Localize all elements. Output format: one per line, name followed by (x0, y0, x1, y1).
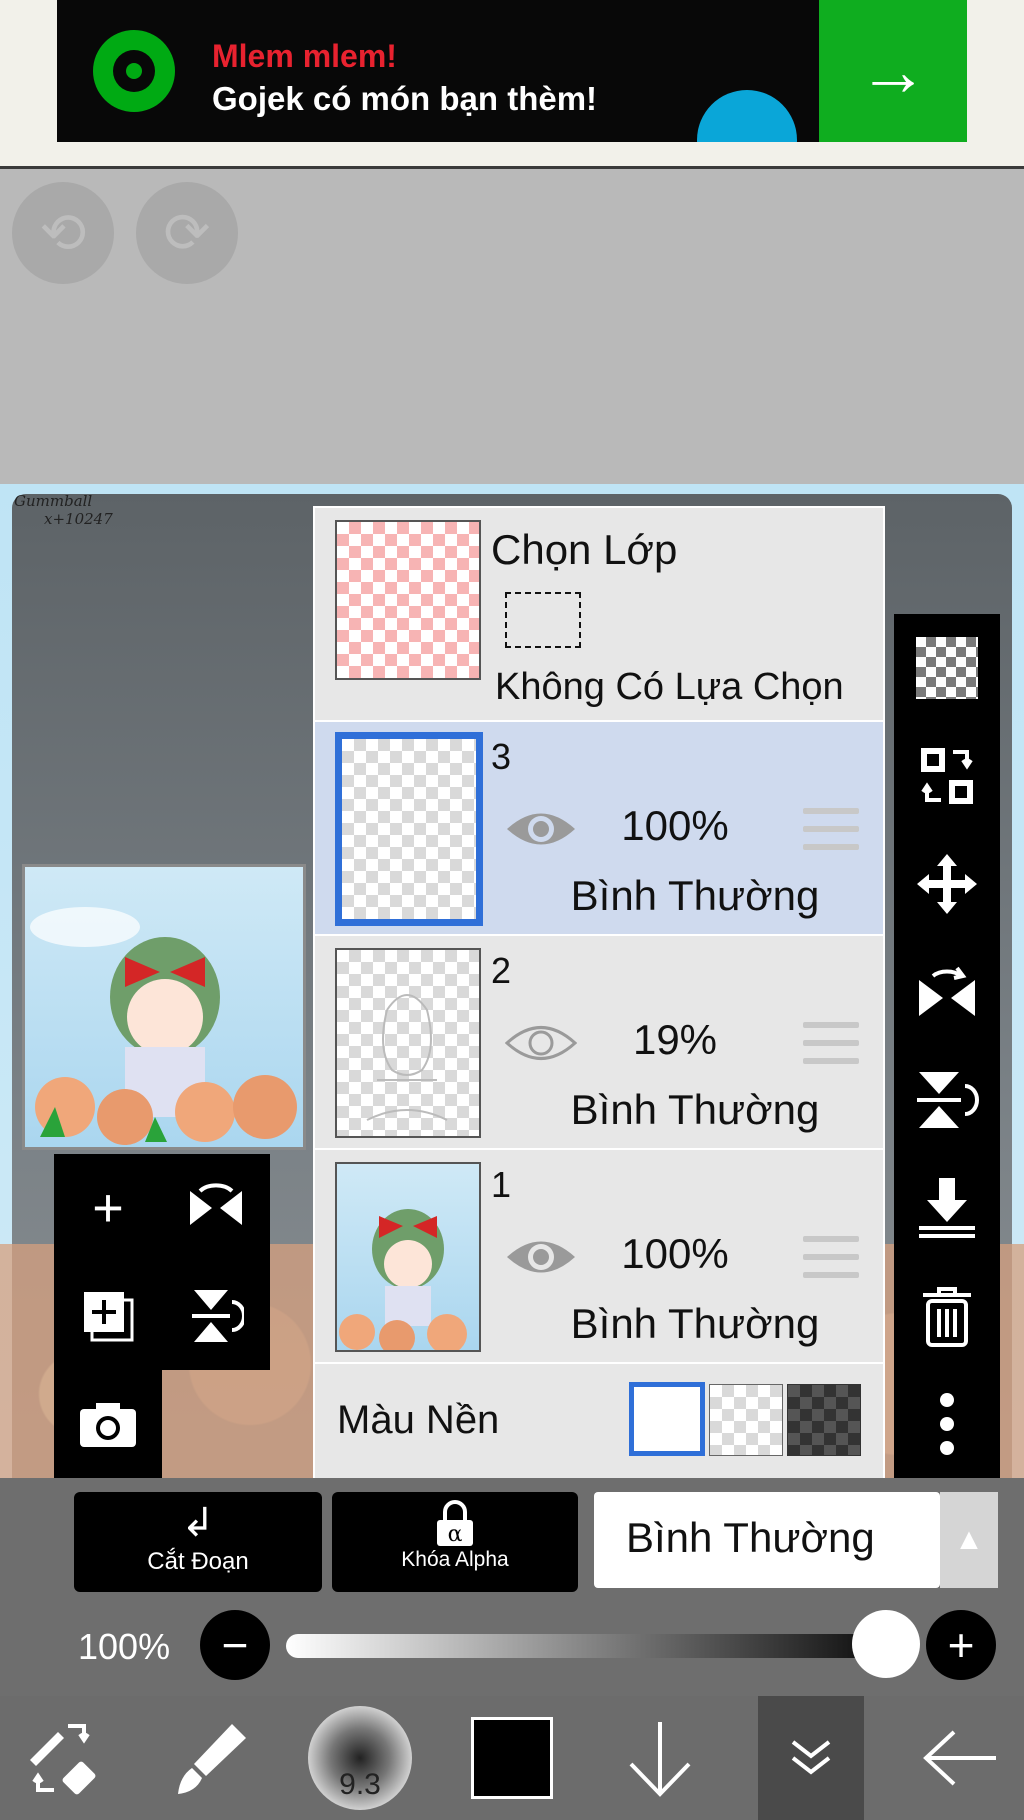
undo-button[interactable]: ⟲ (12, 182, 114, 284)
clipping-label: Cắt Đoạn (147, 1548, 249, 1575)
layer-blend-mode: Bình Thường (570, 872, 820, 919)
selection-layer-title: Chọn Lớp (491, 526, 678, 573)
brush-size-button[interactable]: 9.3 (298, 1696, 422, 1820)
flip-horizontal-icon[interactable] (162, 1154, 270, 1262)
layer-row[interactable]: 2 19% Bình Thường (315, 936, 883, 1150)
background-color-label: Màu Nền (337, 1398, 500, 1442)
layer-thumbnail (335, 948, 481, 1138)
drag-handle-icon[interactable] (803, 1022, 859, 1066)
layer-swap-icon[interactable] (894, 722, 1000, 830)
brush-button[interactable] (152, 1696, 272, 1820)
layer-number: 2 (491, 950, 512, 991)
visibility-eye-icon[interactable] (505, 806, 577, 852)
swap-tool-button[interactable] (2, 1696, 122, 1820)
visibility-eye-icon[interactable] (505, 1234, 577, 1280)
ad-divider (0, 166, 1024, 169)
layer-opacity: 100% (621, 802, 729, 849)
minus-icon: − (221, 1619, 249, 1671)
flip-horizontal-icon[interactable] (894, 938, 1000, 1046)
ad-banner-area: Mlem mlem! Gojek có món bạn thèm! → (0, 0, 1024, 168)
arrow-down-button[interactable] (600, 1696, 720, 1820)
camera-icon (54, 1370, 162, 1478)
transparent-layer-icon[interactable] (894, 614, 1000, 722)
duplicate-layer-icon[interactable] (54, 1262, 162, 1370)
layer-blend-mode: Bình Thường (570, 1300, 820, 1347)
background-white-option[interactable] (629, 1382, 705, 1456)
alpha-lock-button[interactable]: α Khóa Alpha (332, 1492, 578, 1592)
background-dark-option[interactable] (787, 1384, 861, 1456)
layer-thumbnail (335, 1162, 481, 1352)
flip-vertical-icon[interactable] (894, 1046, 1000, 1154)
layer-thumbnail (335, 732, 483, 926)
layer-number: 1 (491, 1164, 512, 1205)
brush-size-icon: 9.3 (308, 1706, 412, 1810)
ad-tagline: Gojek có món bạn thèm! (212, 80, 598, 117)
svg-text:α: α (448, 1522, 463, 1546)
layer-number: 3 (491, 736, 512, 777)
ad-arrow-icon[interactable]: → (819, 0, 967, 142)
flip-vertical-icon[interactable] (162, 1262, 270, 1370)
alpha-lock-label: Khóa Alpha (401, 1548, 509, 1571)
ad-banner[interactable]: Mlem mlem! Gojek có món bạn thèm! → (57, 0, 967, 142)
brush-icon (178, 1724, 246, 1794)
navigator-thumbnail[interactable] (22, 864, 306, 1150)
brush-size-value: 9.3 (339, 1768, 381, 1801)
more-vertical-icon[interactable] (894, 1370, 1000, 1478)
ad-decoration (697, 90, 797, 142)
trash-icon[interactable] (894, 1262, 1000, 1370)
redo-button[interactable]: ⟳ (136, 182, 238, 284)
opacity-slider-knob[interactable] (852, 1610, 920, 1678)
blend-mode-value: Bình Thường (626, 1514, 875, 1561)
artist-signature: Gummball x+10247 (14, 492, 113, 528)
opacity-value: 100% (78, 1626, 171, 1667)
layer-opacity: 19% (632, 1016, 718, 1063)
opacity-increase-button[interactable]: + (926, 1610, 996, 1680)
back-icon (923, 1730, 996, 1786)
blend-mode-dropdown-icon[interactable]: ▲ (940, 1492, 998, 1588)
selection-marquee-icon (505, 592, 581, 648)
opacity-slider[interactable] (286, 1634, 914, 1658)
redo-icon: ⟳ (163, 201, 211, 264)
blend-mode-select[interactable]: Bình Thường (594, 1492, 940, 1588)
layer-row[interactable]: 3 100% Bình Thường (315, 722, 883, 936)
ad-headline: Mlem mlem! (212, 38, 397, 74)
clipping-button[interactable]: ↲ Cắt Đoạn (74, 1492, 322, 1592)
signature-line-1: Gummball (14, 492, 93, 510)
signature-line-2: x+10247 (44, 510, 113, 528)
back-button[interactable] (900, 1696, 1020, 1820)
add-layer-icon[interactable]: + (54, 1154, 162, 1262)
camera-button[interactable] (54, 1370, 162, 1478)
selection-layer-thumbnail (335, 520, 481, 680)
background-transparent-option[interactable] (709, 1384, 783, 1456)
bottom-toolbar: 9.3 (0, 1696, 1024, 1820)
opacity-decrease-button[interactable]: − (200, 1610, 270, 1680)
merge-down-icon[interactable] (894, 1154, 1000, 1262)
gojek-logo-icon (93, 30, 175, 112)
background-color-row: Màu Nền (315, 1364, 883, 1479)
plus-icon: + (947, 1619, 975, 1671)
layer-blend-mode: Bình Thường (570, 1086, 820, 1133)
right-layer-toolbar (894, 614, 1000, 1478)
collapse-icon (791, 1740, 831, 1775)
layer-row[interactable]: 1 100% Bình Thường (315, 1150, 883, 1364)
left-layer-tools: + (54, 1154, 270, 1370)
selection-status: Không Có Lựa Chọn (495, 666, 844, 708)
collapse-panel-button[interactable] (758, 1696, 864, 1820)
color-swatch (471, 1717, 553, 1799)
selection-layer-row[interactable]: Chọn Lớp Không Có Lựa Chọn (315, 508, 883, 722)
move-icon[interactable] (894, 830, 1000, 938)
color-button[interactable] (452, 1696, 572, 1820)
clipping-arrow-icon: ↲ (181, 1501, 215, 1545)
layer-controls-bar: ↲ Cắt Đoạn α Khóa Alpha Bình Thường ▲ 10… (0, 1478, 1024, 1696)
lock-icon: α (332, 1500, 578, 1548)
layer-opacity: 100% (621, 1230, 729, 1277)
undo-icon: ⟲ (39, 201, 87, 264)
arrow-down-icon (629, 1722, 691, 1797)
visibility-eye-icon[interactable] (505, 1020, 577, 1066)
layer-panel: Chọn Lớp Không Có Lựa Chọn 3 100% Bình T… (313, 506, 885, 1483)
drag-handle-icon[interactable] (803, 1236, 859, 1280)
swap-tool-icon (30, 1724, 96, 1795)
drag-handle-icon[interactable] (803, 808, 859, 852)
